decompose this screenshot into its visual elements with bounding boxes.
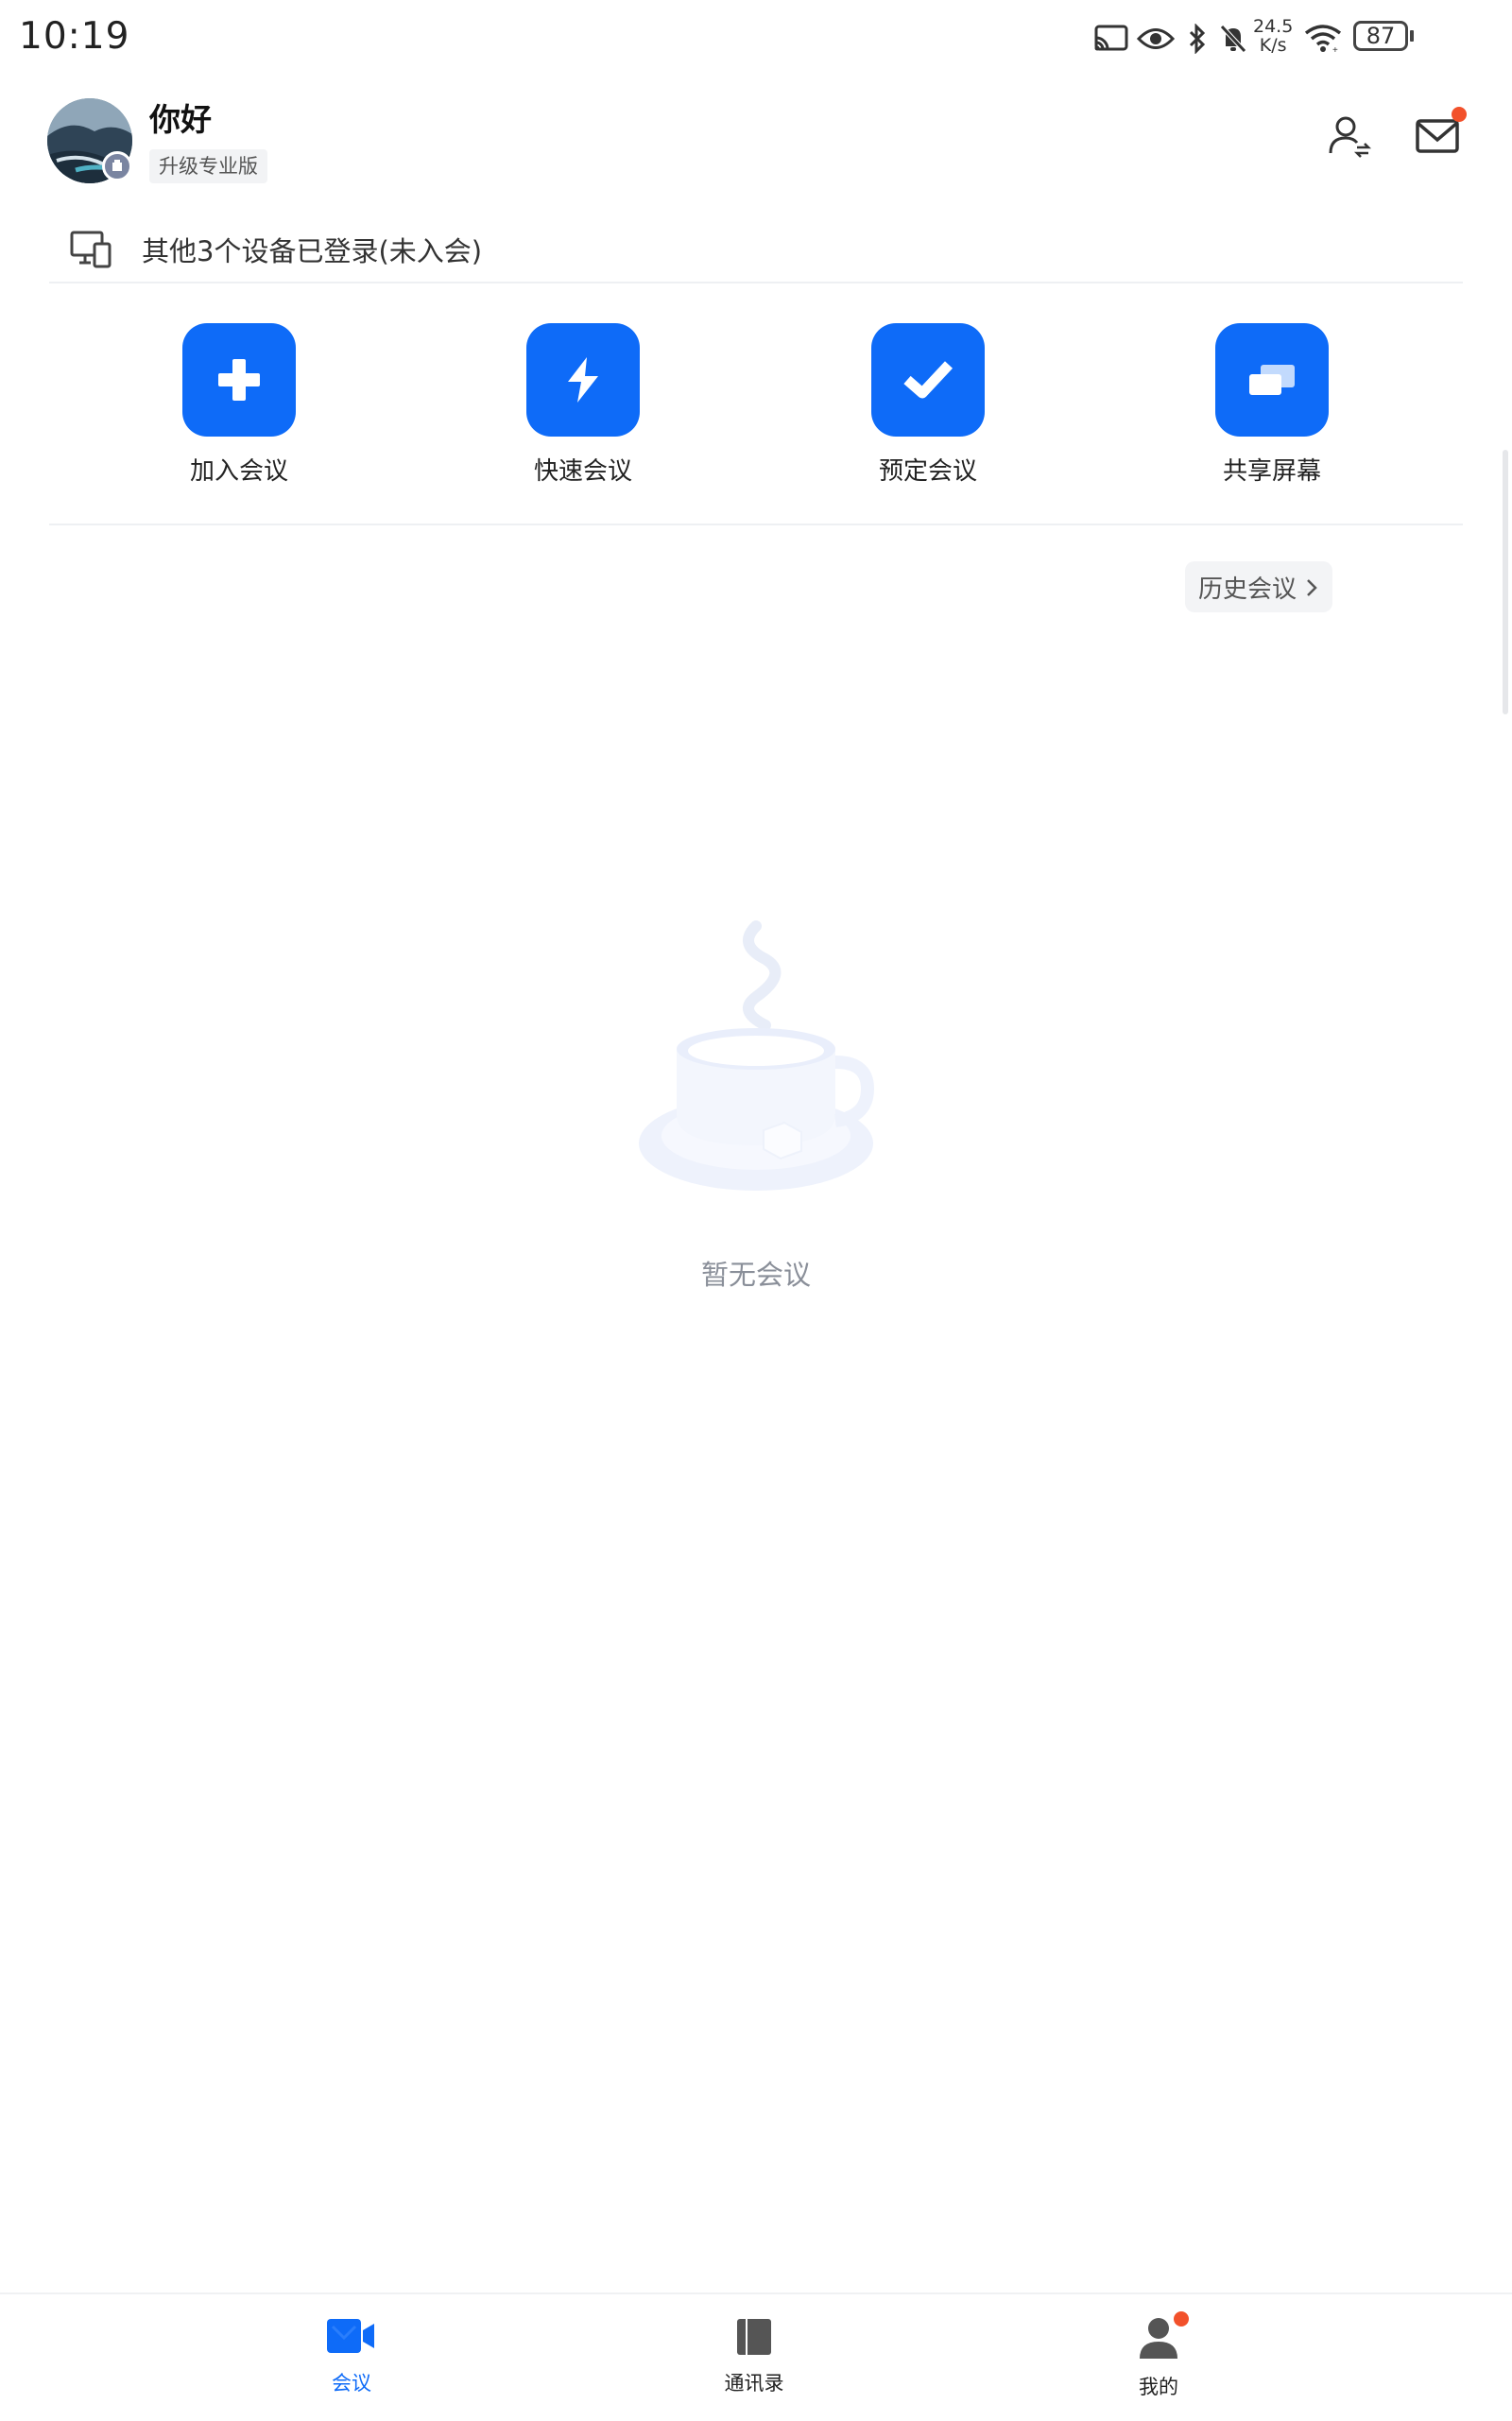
battery-icon: 87 — [1353, 21, 1408, 51]
lightning-icon — [526, 323, 640, 437]
nav-label-me: 我的 — [1139, 2376, 1178, 2398]
chevron-right-icon — [1304, 576, 1319, 597]
nav-label-meetings: 会议 — [332, 2372, 371, 2395]
net-speed-unit: K/s — [1259, 35, 1287, 56]
share-screen-button[interactable]: 共享屏幕 — [1177, 323, 1366, 493]
devices-icon — [68, 227, 113, 272]
plus-icon — [182, 323, 296, 437]
eye-icon — [1136, 19, 1176, 59]
check-icon — [871, 323, 985, 437]
quick-meeting-button[interactable]: 快速会议 — [489, 323, 678, 493]
contacts-switch-icon[interactable] — [1325, 112, 1376, 163]
join-meeting-label: 加入会议 — [189, 457, 288, 486]
nav-tab-meetings[interactable]: 会议 — [257, 2315, 446, 2410]
nav-tab-contacts[interactable]: 通讯录 — [660, 2315, 849, 2410]
me-notification-dot — [1174, 2311, 1189, 2327]
upgrade-pro-button[interactable]: 升级专业版 — [149, 149, 267, 183]
divider — [49, 282, 1463, 283]
schedule-meeting-label: 预定会议 — [878, 457, 977, 486]
net-speed-value: 24.5 — [1253, 16, 1294, 37]
wifi-icon: + — [1300, 19, 1346, 59]
greeting: 你好 — [149, 101, 212, 138]
video-icon — [325, 2315, 378, 2361]
join-meeting-button[interactable]: 加入会议 — [145, 323, 334, 493]
nav-label-contacts: 通讯录 — [724, 2372, 784, 2395]
nav-tab-me[interactable]: 我的 — [1064, 2315, 1253, 2410]
battery-level: 87 — [1366, 23, 1396, 49]
book-icon — [733, 2315, 775, 2361]
mail-notification-dot — [1452, 107, 1467, 122]
mute-icon — [1217, 19, 1249, 59]
net-speed: 24.5 K/s — [1253, 17, 1293, 55]
share-screen-icon — [1215, 323, 1329, 437]
svg-text:+: + — [1332, 45, 1338, 54]
other-devices-text: 其他3个设备已登录(未入会) — [142, 235, 483, 267]
cast-icon — [1092, 19, 1130, 59]
divider — [49, 524, 1463, 525]
battery-tip — [1410, 30, 1414, 42]
bluetooth-icon — [1183, 19, 1211, 59]
other-devices-row[interactable]: 其他3个设备已登录(未入会) — [49, 217, 1463, 282]
status-time: 10:19 — [19, 15, 130, 58]
empty-state-text: 暂无会议 — [700, 1259, 811, 1291]
history-meetings-button[interactable]: 历史会议 — [1185, 561, 1333, 612]
avatar-badge-icon — [102, 151, 132, 181]
coffee-cup-illustration — [624, 907, 898, 1210]
schedule-meeting-button[interactable]: 预定会议 — [833, 323, 1022, 493]
share-screen-label: 共享屏幕 — [1222, 457, 1321, 486]
scrollbar-thumb[interactable] — [1503, 450, 1508, 714]
quick-meeting-label: 快速会议 — [533, 457, 632, 486]
history-meetings-label: 历史会议 — [1198, 575, 1297, 604]
